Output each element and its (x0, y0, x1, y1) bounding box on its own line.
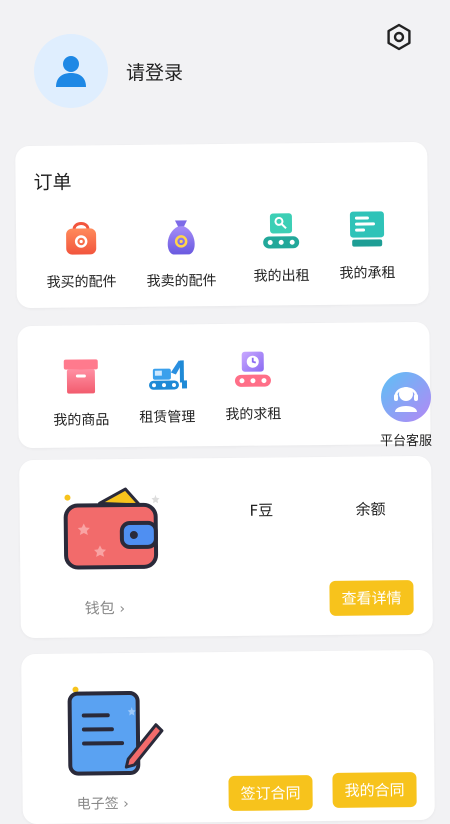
orders-card: 订单 我买的配件 我卖的配件 (15, 142, 429, 308)
box-icon (59, 353, 103, 397)
contract-icon (61, 683, 172, 784)
shopping-bag-gear-icon (59, 215, 103, 259)
monitor-list-icon (345, 206, 389, 250)
balance-label: 余额 (356, 498, 386, 519)
goods-item-label: 我的求租 (208, 403, 298, 424)
user-icon (51, 51, 91, 91)
order-item-label: 我卖的配件 (136, 270, 226, 291)
goods-item-lease-management[interactable]: 租赁管理 (122, 350, 213, 427)
headset-icon (381, 372, 431, 422)
f-beans-label: F豆 (250, 500, 274, 521)
chevron-right-icon: › (119, 601, 125, 617)
wallet-icon (59, 483, 170, 584)
e-sign-link[interactable]: 电子签 › (77, 793, 129, 814)
my-contracts-button[interactable]: 我的合同 (332, 772, 416, 808)
chevron-right-icon: › (123, 796, 129, 812)
order-item-label: 我的出租 (236, 265, 326, 286)
settings-icon[interactable] (384, 22, 414, 52)
avatar[interactable] (34, 34, 108, 108)
wallet-link[interactable]: 钱包 › (85, 597, 126, 618)
customer-service-button[interactable]: 平台客服 (376, 372, 436, 449)
e-sign-label: 电子签 (77, 796, 119, 812)
conveyor-clock-icon (231, 347, 275, 391)
order-item-label: 我买的配件 (36, 271, 126, 292)
user-header[interactable]: 请登录 (34, 34, 183, 108)
order-item-label: 我的承租 (322, 262, 412, 283)
customer-service-label: 平台客服 (376, 430, 436, 449)
goods-card: 我的商品 租赁管理 我的求 (17, 322, 430, 448)
excavator-icon (145, 350, 189, 394)
order-item-my-leases[interactable]: 我的承租 (322, 206, 413, 283)
money-bag-gear-icon (159, 214, 203, 258)
conveyor-key-icon (259, 209, 303, 253)
contract-card: 电子签 › 签订合同 我的合同 (21, 650, 435, 824)
view-details-button[interactable]: 查看详情 (329, 580, 413, 616)
login-link[interactable]: 请登录 (126, 58, 183, 85)
goods-item-label: 我的商品 (36, 409, 126, 430)
wallet-link-label: 钱包 (85, 599, 115, 617)
wallet-card: 钱包 › F豆 余额 查看详情 (19, 456, 433, 638)
goods-item-label: 租赁管理 (122, 406, 212, 427)
order-item-my-rentals[interactable]: 我的出租 (236, 209, 327, 286)
order-item-sold-parts[interactable]: 我卖的配件 (136, 214, 227, 291)
goods-item-my-products[interactable]: 我的商品 (36, 353, 127, 430)
sign-contract-button[interactable]: 签订合同 (228, 775, 312, 811)
orders-title: 订单 (33, 168, 71, 195)
order-item-bought-parts[interactable]: 我买的配件 (36, 215, 127, 292)
goods-item-my-rental-requests[interactable]: 我的求租 (208, 347, 299, 424)
